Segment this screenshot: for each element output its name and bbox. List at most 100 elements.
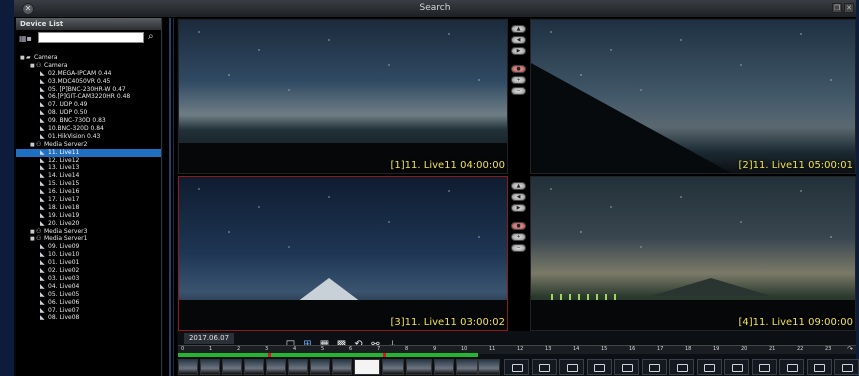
timeline-scroll-icon[interactable]: ↷	[847, 345, 853, 353]
tree-item-label: 16. Live16	[48, 188, 80, 196]
hour-tick-label: 12	[517, 346, 524, 352]
camera-item[interactable]: ◣ 14. Live14	[16, 172, 161, 180]
empty-thumbnail[interactable]	[751, 359, 777, 375]
ptz-left-icon[interactable]: ◀	[511, 193, 526, 201]
thumbnail-strip	[178, 358, 859, 376]
ptz-zoom-out-icon[interactable]: −	[511, 244, 526, 252]
empty-thumbnail[interactable]	[559, 359, 584, 375]
ptz-up-icon[interactable]: ▲	[511, 25, 526, 33]
title-bar: ✕ Search ❐ ✕	[14, 0, 856, 18]
camera-item[interactable]: ◣ 05. [P]BNC-230HR-W 0.47	[16, 86, 161, 94]
thumbnail[interactable]	[178, 359, 198, 375]
camera-item[interactable]: ◣ 11. Live11	[16, 148, 161, 157]
tree-group[interactable]: ■⚇ Media Server1	[16, 235, 161, 243]
camera-item[interactable]: ◣ 01. Live01	[16, 259, 161, 267]
camera-item[interactable]: ◣ 15. Live15	[16, 180, 161, 188]
ptz-zoom-in-icon[interactable]: +	[511, 76, 526, 84]
camera-item[interactable]: ◣ 09. BNC-730D 0.83	[16, 117, 161, 125]
empty-thumbnail[interactable]	[531, 359, 557, 375]
empty-thumbnail[interactable]	[641, 359, 667, 375]
tree-group[interactable]: ■⚇ Media Server3	[16, 228, 161, 236]
panel-splitter[interactable]	[163, 18, 177, 376]
camera-item[interactable]: ◣ 03. Live03	[16, 275, 161, 283]
tree-item-label: 06.[P]GIT-CAM3220HR 0.48	[48, 93, 131, 101]
tree-view-icon[interactable]: ▦▪	[19, 34, 32, 43]
camera-item[interactable]: ◣ 01.HikVision 0.43	[16, 133, 161, 141]
restore-icon[interactable]: ❐	[832, 3, 842, 13]
video-cell-2[interactable]: [2]11. Live11 05:00:01	[530, 19, 856, 174]
empty-thumbnail[interactable]	[724, 359, 749, 375]
video-cell-4[interactable]: [4]11. Live11 09:00:00	[530, 176, 856, 331]
date-display[interactable]: 2017.06.07	[184, 333, 234, 344]
thumbnail[interactable]	[478, 359, 500, 375]
camera-item[interactable]: ◣ 07. UDP 0.49	[16, 101, 161, 109]
tree-item-label: 01.HikVision 0.43	[48, 132, 101, 140]
empty-thumbnail[interactable]	[779, 359, 804, 375]
camera-item[interactable]: ◣ 18. Live18	[16, 204, 161, 212]
thumbnail[interactable]	[310, 359, 330, 375]
close-window-icon[interactable]: ✕	[844, 3, 854, 13]
ptz-left-icon[interactable]: ◀	[511, 36, 526, 44]
thumbnail[interactable]	[382, 359, 404, 375]
empty-thumbnail[interactable]	[586, 359, 612, 375]
video-grid: [1]11. Live11 04:00:00 ▲ ◀ ▶ ● + − [2]11…	[178, 19, 856, 331]
search-window: ✕ Search ❐ ✕ Device List ▦▪ ⌕ ■▰ Camera ■⚇ C…	[0, 0, 859, 376]
thumbnail[interactable]	[222, 359, 242, 375]
tree-item-label: Media Server1	[44, 235, 88, 243]
left-edge	[0, 0, 14, 376]
ptz-zoom-out-icon[interactable]: −	[511, 87, 526, 95]
thumbnail[interactable]	[266, 359, 286, 375]
tree-group[interactable]: ■⚇ Camera	[16, 62, 161, 70]
tree-item-label: 12. Live12	[48, 156, 80, 164]
thumbnail[interactable]	[200, 359, 220, 375]
camera-item[interactable]: ◣ 19. Live19	[16, 212, 161, 220]
event-marker[interactable]	[383, 353, 386, 357]
video-cell-3-selected[interactable]: [3]11. Live11 03:00:02	[178, 176, 508, 331]
camera-item[interactable]: ◣ 08. UDP 0.50	[16, 109, 161, 117]
record-icon[interactable]: ●	[511, 65, 526, 73]
empty-thumbnail[interactable]	[504, 359, 529, 375]
camera-item[interactable]: ◣ 02. Live02	[16, 267, 161, 275]
camera-item[interactable]: ◣ 07. Live07	[16, 307, 161, 315]
ptz-right-icon[interactable]: ▶	[511, 204, 526, 212]
empty-thumbnail[interactable]	[696, 359, 722, 375]
camera-item[interactable]: ◣ 12. Live12	[16, 157, 161, 165]
device-search-input[interactable]	[38, 32, 144, 43]
thumbnail[interactable]	[456, 359, 478, 375]
camera-item[interactable]: ◣ 06.[P]GIT-CAM3220HR 0.48	[16, 93, 161, 101]
empty-thumbnail[interactable]	[614, 359, 639, 375]
empty-thumbnail[interactable]	[834, 359, 859, 375]
event-marker[interactable]	[268, 353, 271, 357]
tree-group[interactable]: ■▰ Camera	[16, 54, 161, 62]
camera-item[interactable]: ◣ 06. Live06	[16, 299, 161, 307]
camera-item[interactable]: ◣ 09. Live09	[16, 243, 161, 251]
recording-bar[interactable]	[178, 353, 478, 357]
camera-item[interactable]: ◣ 10. Live10	[16, 251, 161, 259]
group-icon: ⚇	[36, 61, 42, 69]
camera-item[interactable]: ◣ 13. Live13	[16, 164, 161, 172]
record-icon[interactable]: ●	[511, 222, 526, 230]
empty-thumbnail[interactable]	[669, 359, 694, 375]
camera-item[interactable]: ◣ 10.BNC-320D 0.84	[16, 125, 161, 133]
camera-item[interactable]: ◣ 05. Live05	[16, 291, 161, 299]
camera-item[interactable]: ◣ 20. Live20	[16, 220, 161, 228]
ptz-up-icon[interactable]: ▲	[511, 182, 526, 190]
empty-thumbnail[interactable]	[806, 359, 832, 375]
ptz-right-icon[interactable]: ▶	[511, 47, 526, 55]
thumbnail[interactable]	[354, 359, 380, 375]
camera-item[interactable]: ◣ 17. Live17	[16, 196, 161, 204]
camera-item[interactable]: ◣ 16. Live16	[16, 188, 161, 196]
thumbnail[interactable]	[332, 359, 352, 375]
camera-item[interactable]: ◣ 02.MEGA-IPCAM 0.44	[16, 70, 161, 78]
thumbnail[interactable]	[434, 359, 454, 375]
search-icon[interactable]: ⌕	[148, 31, 154, 42]
camera-item[interactable]: ◣ 08. Live08	[16, 314, 161, 322]
camera-item[interactable]: ◣ 03.MDC4050VR 0.45	[16, 78, 161, 86]
thumbnail[interactable]	[244, 359, 264, 375]
thumbnail[interactable]	[288, 359, 308, 375]
camera-item[interactable]: ◣ 04. Live04	[16, 283, 161, 291]
video-cell-1[interactable]: [1]11. Live11 04:00:00	[178, 19, 508, 174]
thumbnail[interactable]	[406, 359, 432, 375]
ptz-zoom-in-icon[interactable]: +	[511, 233, 526, 241]
tree-group[interactable]: ■⚇ Media Server2	[16, 141, 161, 149]
